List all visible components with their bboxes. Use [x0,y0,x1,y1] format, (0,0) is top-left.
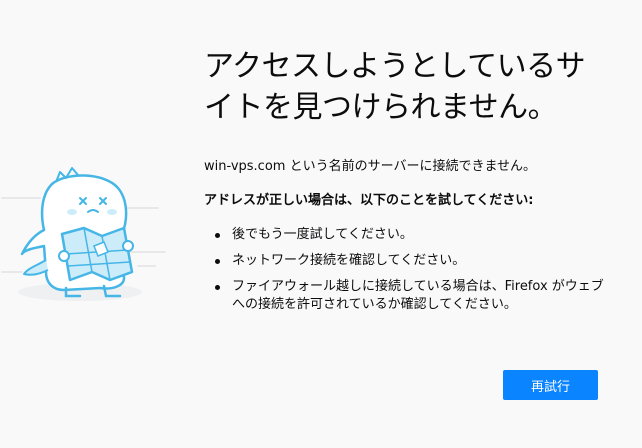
error-content: アクセスしようとしているサイトを見つけられません。 win-vps.com とい… [204,46,614,322]
error-page: アクセスしようとしているサイトを見つけられません。 win-vps.com とい… [0,0,642,448]
list-item: ネットワーク接続を確認してください。 [215,252,614,270]
suggestions-list: 後でもう一度試してください。 ネットワーク接続を確認してください。 ファイアウォ… [204,226,614,314]
page-title: アクセスしようとしているサイトを見つけられません。 [204,49,586,125]
retry-button[interactable]: 再試行 [503,370,598,400]
error-description: win-vps.com という名前のサーバーに接続できません。 [204,159,537,174]
dino-with-map-illustration [1,167,166,301]
list-item: ファイアウォール越しに接続している場合は、Firefox がウェブへの接続を許可… [215,278,614,314]
list-item: 後でもう一度試してください。 [215,226,614,244]
suggestions-heading: アドレスが正しい場合は、以下のことを試してください: [204,193,534,208]
